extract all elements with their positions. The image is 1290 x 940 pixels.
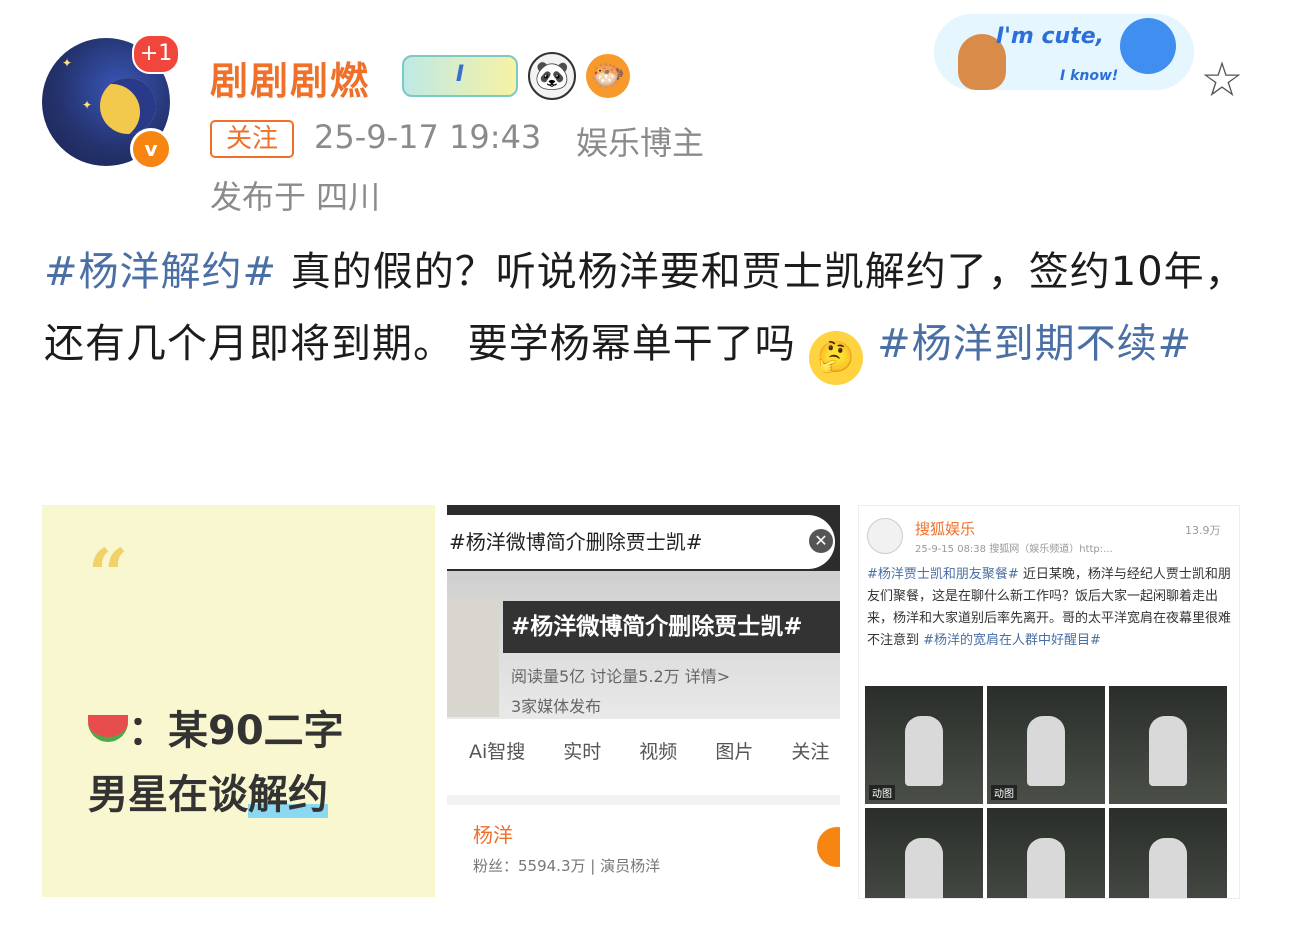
gossip-line-2: 男星在谈: [88, 772, 248, 818]
follow-circle-icon: [817, 827, 840, 867]
smurf-sticker-icon: [1120, 18, 1176, 74]
divider: [447, 795, 840, 805]
read-count: 13.9万: [1185, 524, 1221, 537]
tab-follow: 关注: [791, 741, 830, 763]
post-image-2[interactable]: #杨洋微博简介删除贾士凯# ✕ #杨洋微博简介删除贾士凯# 阅读量5亿 讨论量5…: [447, 505, 840, 897]
sohu-post-body: #杨洋贾士凯和朋友聚餐# 近日某晚，杨洋与经纪人贾士凯和朋友们聚餐，这是在聊什么…: [867, 564, 1233, 652]
level-badge: I: [402, 55, 518, 97]
panda-icon: 🐼: [528, 52, 576, 100]
sticker-text-2: I know!: [1060, 68, 1119, 84]
gif-label: 动图: [869, 785, 895, 800]
thinking-emoji: 🤔: [809, 331, 864, 385]
result-username: 杨洋: [473, 823, 513, 847]
result-fans: 粉丝：5594.3万 | 演员杨洋: [473, 857, 661, 875]
search-tabs: Ai智搜 实时 视频 图片 关注: [469, 737, 829, 764]
follow-button[interactable]: 关注: [210, 120, 294, 158]
user-badges: I 🐼 🐡: [402, 52, 630, 100]
sticker-text-1: I'm cute,: [996, 24, 1105, 49]
topic-media: 3家媒体发布: [511, 697, 602, 716]
photo-grid: 动图 动图: [865, 686, 1233, 898]
star-decoration: ✦: [82, 98, 93, 112]
topic-tag: #杨洋的宽肩在人群中好醒目#: [919, 633, 1101, 648]
gossip-line-1: ：某90二字: [128, 708, 344, 754]
close-icon: ✕: [809, 529, 833, 553]
sohu-avatar: [867, 518, 903, 554]
post-image-1[interactable]: “ ：某90二字 男星在谈解约: [42, 505, 435, 897]
fish-icon: 🐡: [586, 54, 630, 98]
tab-video: 视频: [639, 741, 678, 763]
highlighted-word: 解约: [248, 772, 328, 818]
sohu-account-name: 搜狐娱乐: [915, 520, 976, 538]
quote-mark: “: [88, 533, 129, 616]
tab-realtime: 实时: [563, 741, 602, 763]
post-body: #杨洋解约# 真的假的？听说杨洋要和贾士凯解约了，签约10年，还有几个月即将到期…: [44, 236, 1254, 385]
gossip-text: ：某90二字 男星在谈解约: [88, 699, 344, 827]
photo-cell: [865, 808, 983, 898]
topic-stats: 阅读量5亿 讨论量5.2万 详情>: [511, 667, 731, 686]
topic-tag: #杨洋贾士凯和朋友聚餐#: [867, 567, 1019, 582]
watermelon-icon: [88, 715, 128, 742]
post-image-3[interactable]: 搜狐娱乐 13.9万 25-9-15 08:38 搜狐网（娱乐频道）http:.…: [858, 505, 1240, 899]
author-role: 娱乐博主: [576, 124, 705, 162]
photo-cell: 动图: [987, 686, 1105, 804]
avatar-plus-badge: +1: [132, 34, 180, 74]
moon-illustration: [100, 78, 156, 134]
photo-cell: [987, 808, 1105, 898]
search-input: #杨洋微博简介删除贾士凯#: [447, 515, 835, 569]
photo-cell: [1109, 686, 1227, 804]
star-decoration: ✦: [62, 56, 73, 70]
gif-label: 动图: [991, 785, 1017, 800]
post-timestamp: 25-9-17 19:43: [314, 118, 542, 156]
topic-tag[interactable]: #杨洋到期不续#: [863, 321, 1192, 367]
photo-cell: [1109, 808, 1227, 898]
post-location: 发布于 四川: [210, 178, 381, 216]
sohu-post-meta: 25-9-15 08:38 搜狐网（娱乐频道）http:...: [915, 544, 1113, 555]
photo-cell: 动图: [865, 686, 983, 804]
username[interactable]: 剧剧剧燃: [210, 50, 370, 105]
favorite-star-icon[interactable]: ☆: [1196, 54, 1248, 106]
topic-title: #杨洋微博简介删除贾士凯#: [503, 601, 840, 653]
topic-tag[interactable]: #杨洋解约#: [44, 249, 277, 295]
verified-badge: v: [130, 128, 172, 170]
actor-photo: [447, 597, 499, 717]
tab-images: 图片: [715, 741, 754, 763]
cute-sticker: I'm cute, I know!: [930, 4, 1202, 96]
tab-ai: Ai智搜: [469, 741, 526, 763]
